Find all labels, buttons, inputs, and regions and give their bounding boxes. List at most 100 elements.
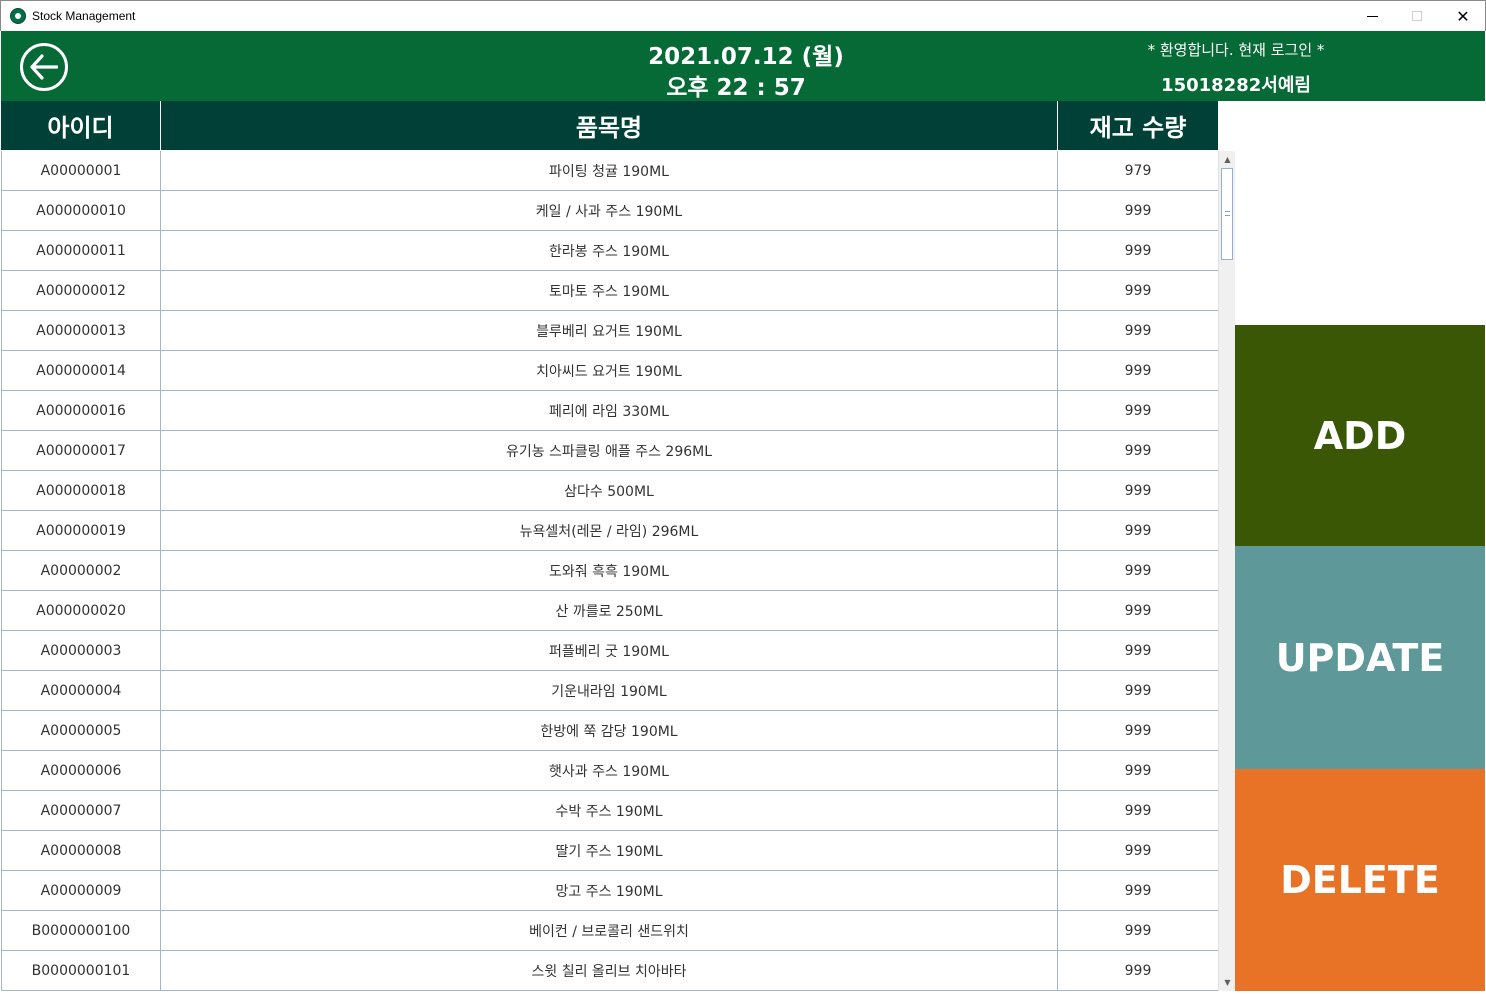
cell-quantity: 999 bbox=[1124, 763, 1152, 779]
table-row[interactable]: A000000016 페리에 라임 330ML 999 bbox=[1, 391, 1218, 431]
cell-quantity: 999 bbox=[1124, 523, 1152, 539]
maximize-button[interactable] bbox=[1394, 1, 1440, 31]
table-row[interactable]: B0000000101 스윗 칠리 올리브 치아바타 999 bbox=[1, 951, 1218, 991]
back-button[interactable] bbox=[20, 43, 68, 91]
cell-id: B0000000100 bbox=[1, 911, 161, 951]
close-button[interactable]: ✕ bbox=[1440, 1, 1486, 31]
window-titlebar: Stock Management ✕ bbox=[0, 0, 1486, 31]
app-header: 2021.07.12 (월) 오후 22 : 57 * 환영합니다. 현재 로그… bbox=[1, 31, 1485, 101]
cell-quantity: 999 bbox=[1124, 403, 1152, 419]
table-row[interactable]: A00000004 기운내라임 190ML 999 bbox=[1, 671, 1218, 711]
cell-id: A00000005 bbox=[1, 711, 161, 751]
cell-name: 딸기 주스 190ML bbox=[161, 831, 1058, 871]
column-header-id[interactable]: 아이디 bbox=[1, 101, 161, 151]
cell-quantity: 999 bbox=[1124, 683, 1152, 699]
maximize-icon bbox=[1412, 11, 1422, 21]
table-row[interactable]: A00000007 수박 주스 190ML 999 bbox=[1, 791, 1218, 831]
cell-name: 페리에 라임 330ML bbox=[161, 391, 1058, 431]
delete-button[interactable]: DELETE bbox=[1235, 769, 1485, 991]
table-row[interactable]: A000000010 케일 / 사과 주스 190ML 999 bbox=[1, 191, 1218, 231]
scroll-up-icon[interactable]: ▲ bbox=[1219, 151, 1236, 168]
table-row[interactable]: A00000008 딸기 주스 190ML 999 bbox=[1, 831, 1218, 871]
minimize-button[interactable] bbox=[1349, 1, 1395, 31]
cell-id: A00000003 bbox=[1, 631, 161, 671]
table-row[interactable]: A000000011 한라봉 주스 190ML 999 bbox=[1, 231, 1218, 271]
cell-id: A000000011 bbox=[1, 231, 161, 271]
cell-name: 수박 주스 190ML bbox=[161, 791, 1058, 831]
cell-quantity: 999 bbox=[1124, 723, 1152, 739]
cell-id: A000000013 bbox=[1, 311, 161, 351]
cell-name: 한라봉 주스 190ML bbox=[161, 231, 1058, 271]
cell-quantity: 999 bbox=[1124, 243, 1152, 259]
scroll-thumb[interactable] bbox=[1221, 168, 1233, 260]
cell-name: 치아씨드 요거트 190ML bbox=[161, 351, 1058, 391]
table-scrollbar[interactable]: ▲ ▼ bbox=[1218, 151, 1235, 991]
table-row[interactable]: A00000009 망고 주스 190ML 999 bbox=[1, 871, 1218, 911]
cell-id: A000000018 bbox=[1, 471, 161, 511]
cell-quantity: 999 bbox=[1124, 283, 1152, 299]
window-title: Stock Management bbox=[32, 9, 136, 23]
table-row[interactable]: A00000005 한방에 쭉 감당 190ML 999 bbox=[1, 711, 1218, 751]
cell-id: A000000020 bbox=[1, 591, 161, 631]
table-row[interactable]: A00000002 도와줘 흑흑 190ML 999 bbox=[1, 551, 1218, 591]
current-time: 오후 22 : 57 bbox=[666, 75, 806, 101]
cell-name: 한방에 쭉 감당 190ML bbox=[161, 711, 1058, 751]
cell-id: B0000000101 bbox=[1, 951, 161, 991]
table-row[interactable]: A000000020 산 까를로 250ML 999 bbox=[1, 591, 1218, 631]
cell-name: 유기농 스파클링 애플 주스 296ML bbox=[161, 431, 1058, 471]
cell-quantity: 999 bbox=[1124, 883, 1152, 899]
cell-quantity: 999 bbox=[1124, 563, 1152, 579]
update-button[interactable]: UPDATE bbox=[1235, 546, 1485, 769]
table-row[interactable]: A000000018 삼다수 500ML 999 bbox=[1, 471, 1218, 511]
column-header-name[interactable]: 품목명 bbox=[161, 101, 1058, 151]
add-button[interactable]: ADD bbox=[1235, 325, 1485, 546]
cell-name: 베이컨 / 브로콜리 샌드위치 bbox=[161, 911, 1058, 951]
minimize-icon bbox=[1366, 15, 1378, 17]
cell-name: 블루베리 요거트 190ML bbox=[161, 311, 1058, 351]
cell-quantity: 999 bbox=[1124, 923, 1152, 939]
cell-name: 기운내라임 190ML bbox=[161, 671, 1058, 711]
cell-id: A00000004 bbox=[1, 671, 161, 711]
table-header: 아이디 품목명 재고 수량 bbox=[1, 101, 1218, 151]
cell-id: A000000012 bbox=[1, 271, 161, 311]
cell-id: A00000009 bbox=[1, 871, 161, 911]
table-row[interactable]: A000000019 뉴욕셀처(레몬 / 라임) 296ML 999 bbox=[1, 511, 1218, 551]
cell-id: A00000006 bbox=[1, 751, 161, 791]
cell-name: 스윗 칠리 올리브 치아바타 bbox=[161, 951, 1058, 991]
cell-quantity: 999 bbox=[1124, 443, 1152, 459]
cell-name: 토마토 주스 190ML bbox=[161, 271, 1058, 311]
cell-quantity: 979 bbox=[1124, 163, 1152, 179]
scroll-down-icon[interactable]: ▼ bbox=[1219, 974, 1236, 991]
table-row[interactable]: B0000000100 베이컨 / 브로콜리 샌드위치 999 bbox=[1, 911, 1218, 951]
cell-quantity: 999 bbox=[1124, 603, 1152, 619]
cell-name: 파이팅 청귤 190ML bbox=[161, 151, 1058, 191]
cell-name: 햇사과 주스 190ML bbox=[161, 751, 1058, 791]
cell-name: 산 까를로 250ML bbox=[161, 591, 1058, 631]
table-row[interactable]: A00000001 파이팅 청귤 190ML 979 bbox=[1, 151, 1218, 191]
current-date: 2021.07.12 (월) bbox=[648, 44, 844, 70]
column-header-quantity[interactable]: 재고 수량 bbox=[1058, 101, 1218, 151]
cell-id: A00000008 bbox=[1, 831, 161, 871]
cell-name: 도와줘 흑흑 190ML bbox=[161, 551, 1058, 591]
cell-id: A00000001 bbox=[1, 151, 161, 191]
cell-name: 삼다수 500ML bbox=[161, 471, 1058, 511]
table-row[interactable]: A000000012 토마토 주스 190ML 999 bbox=[1, 271, 1218, 311]
table-body: A00000001 파이팅 청귤 190ML 979 A000000010 케일 / 사… bbox=[1, 151, 1218, 994]
cell-quantity: 999 bbox=[1124, 363, 1152, 379]
cell-quantity: 999 bbox=[1124, 323, 1152, 339]
app-logo-icon bbox=[10, 8, 26, 24]
cell-quantity: 999 bbox=[1124, 643, 1152, 659]
cell-quantity: 999 bbox=[1124, 803, 1152, 819]
table-row[interactable]: A000000013 블루베리 요거트 190ML 999 bbox=[1, 311, 1218, 351]
cell-id: A000000017 bbox=[1, 431, 161, 471]
table-row[interactable]: A000000014 치아씨드 요거트 190ML 999 bbox=[1, 351, 1218, 391]
table-row[interactable]: A00000003 퍼플베리 굿 190ML 999 bbox=[1, 631, 1218, 671]
cell-name: 퍼플베리 굿 190ML bbox=[161, 631, 1058, 671]
cell-id: A000000016 bbox=[1, 391, 161, 431]
cell-quantity: 999 bbox=[1124, 483, 1152, 499]
table-row[interactable]: A00000006 햇사과 주스 190ML 999 bbox=[1, 751, 1218, 791]
table-row[interactable]: A000000017 유기농 스파클링 애플 주스 296ML 999 bbox=[1, 431, 1218, 471]
cell-name: 망고 주스 190ML bbox=[161, 871, 1058, 911]
grip-icon bbox=[1225, 211, 1230, 216]
cell-id: A000000019 bbox=[1, 511, 161, 551]
